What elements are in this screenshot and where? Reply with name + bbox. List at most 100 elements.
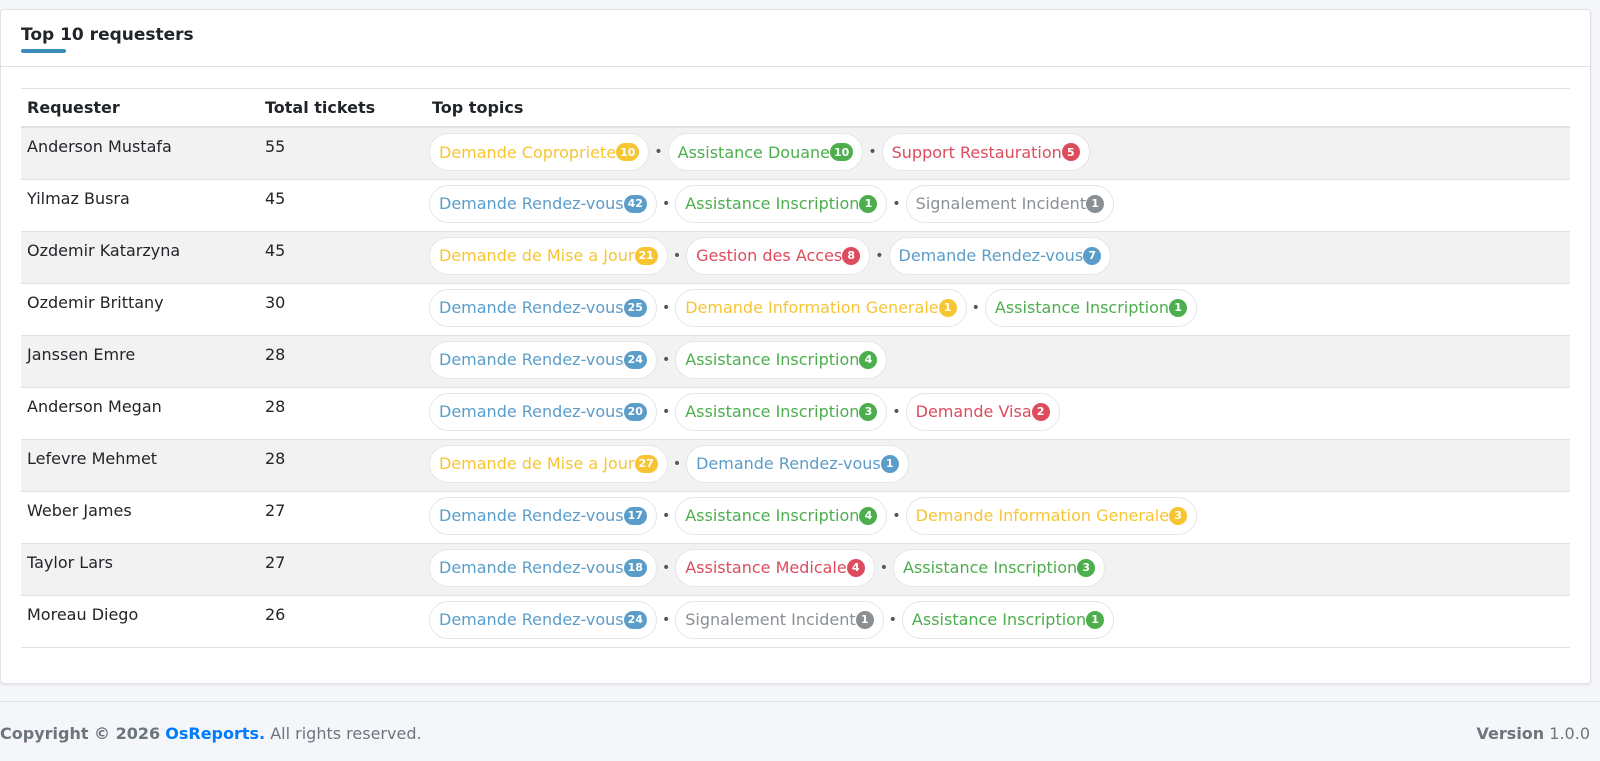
topic-separator: • [672,455,682,472]
footer-version: Version 1.0.0 [1477,724,1590,743]
brand-link[interactable]: OsReports. [165,724,265,743]
page-footer: Copyright © 2026 OsReports. All rights r… [0,701,1600,761]
topic-count-badge: 42 [623,194,647,213]
topic-label: Assistance Medicale [685,558,847,577]
topic-pill[interactable]: Demande Rendez-vous 1 [686,444,909,483]
top-topics-cell: Demande Copropriete 10 • Assistance Douane 1… [426,127,1570,180]
card-title: Top 10 requesters [21,25,194,45]
topic-pill[interactable]: Demande Information Generale 3 [905,496,1198,535]
topic-count-badge: 10 [830,143,854,161]
total-tickets: 28 [259,439,426,492]
total-tickets: 26 [259,595,426,648]
topic-pill[interactable]: Assistance Inscription 1 [901,600,1115,639]
topic-label: Assistance Inscription [902,558,1078,577]
topic-label: Demande Information Generale [685,298,939,317]
requester-name: Ozdemir Katarzyna [21,231,259,284]
column-header-top-topics[interactable]: Top topics [426,89,1570,128]
topic-label: Demande Copropriete [439,142,617,162]
table-row[interactable]: Ozdemir Katarzyna 45 Demande de Mise a Jou… [21,231,1570,284]
topic-pill[interactable]: Demande Rendez-vous 18 [429,548,657,587]
topic-label: Demande de Mise a Jour [439,246,635,265]
topic-count-badge: 1 [855,610,874,629]
topic-count-badge: 3 [1077,558,1096,577]
topic-label: Demande Rendez-vous [439,298,624,317]
table-row[interactable]: Janssen Emre 28 Demande Rendez-vous 24 • Assi… [21,335,1570,388]
table-row[interactable]: Weber James 27 Demande Rendez-vous 17 • Assis… [21,491,1570,544]
topic-pill[interactable]: Demande Rendez-vous 7 [888,236,1112,275]
topic-label: Assistance Inscription [685,194,860,213]
top-topics-cell: Demande Rendez-vous 24 • Assistance Inscrip… [426,335,1570,388]
topic-label: Assistance Inscription [685,506,860,525]
table-row[interactable]: Taylor Lars 27 Demande Rendez-vous 18 • Assis… [21,543,1570,596]
table-row[interactable]: Ozdemir Brittany 30 Demande Rendez-vous 25 •… [21,283,1570,336]
topic-separator: • [971,299,980,316]
topic-pill[interactable]: Assistance Inscription 3 [675,392,888,431]
topic-pill[interactable]: Assistance Inscription 4 [675,496,888,535]
topic-label: Demande Rendez-vous [439,558,624,577]
topic-pill[interactable]: Assistance Medicale 4 [675,548,875,587]
topic-list: Demande Rendez-vous 24 • Signalement Incide… [429,600,1564,639]
topic-pill[interactable]: Support Restauration 5 [881,133,1090,171]
topic-pill[interactable]: Demande Rendez-vous 20 [429,392,657,431]
topic-pill[interactable]: Demande de Mise a Jour 21 [429,236,668,275]
topic-separator: • [892,403,901,420]
topic-label: Assistance Inscription [994,298,1170,317]
topic-label: Demande de Mise a Jour [439,454,635,473]
topic-count-badge: 8 [842,246,861,265]
topic-pill[interactable]: Demande Copropriete 10 [429,133,650,171]
topic-separator: • [661,507,671,524]
topic-list: Demande Rendez-vous 17 • Assistance Inscrip… [429,496,1564,535]
topic-pill[interactable]: Demande Information Generale 1 [675,288,967,327]
topic-count-badge: 1 [1086,610,1105,629]
topic-separator: • [661,611,671,628]
top-topics-cell: Demande Rendez-vous 20 • Assistance Inscrip… [426,387,1570,440]
topic-pill[interactable]: Assistance Inscription 4 [675,340,888,379]
topic-count-badge: 1 [938,298,957,317]
topic-pill[interactable]: Assistance Inscription 1 [675,184,888,223]
topic-list: Demande Copropriete 10 • Assistance Douane 1… [429,133,1564,171]
topic-count-badge: 25 [623,298,647,317]
topic-pill[interactable]: Assistance Inscription 1 [984,288,1198,327]
topic-pill[interactable]: Assistance Inscription 3 [892,548,1106,587]
total-tickets: 28 [259,335,426,388]
table-row[interactable]: Anderson Megan 28 Demande Rendez-vous 20 • As… [21,387,1570,440]
card-header: Top 10 requesters [1,10,1590,67]
column-header-total-tickets[interactable]: Total tickets [259,89,426,128]
top-topics-cell: Demande Rendez-vous 24 • Signalement Incide… [426,595,1570,648]
topic-list: Demande de Mise a Jour 21 • Gestion des Acc… [429,236,1564,275]
topic-pill[interactable]: Demande Rendez-vous 42 [429,184,657,223]
topic-label: Support Restauration [891,142,1062,162]
table-row[interactable]: Lefevre Mehmet 28 Demande de Mise a Jour 27… [21,439,1570,492]
topic-pill[interactable]: Demande Rendez-vous 17 [429,496,657,535]
table-row[interactable]: Moreau Diego 26 Demande Rendez-vous 24 • Sign… [21,595,1570,648]
topic-count-badge: 1 [1169,298,1188,317]
topic-pill[interactable]: Demande Rendez-vous 25 [429,288,657,327]
topic-count-badge: 1 [880,454,899,473]
topic-count-badge: 1 [1086,194,1105,213]
topic-count-badge: 10 [616,143,640,161]
topic-pill[interactable]: Signalement Incident 1 [905,184,1115,223]
topic-list: Demande Rendez-vous 18 • Assistance Medical… [429,548,1564,587]
topic-pill[interactable]: Demande Visa 2 [905,392,1060,431]
topic-pill[interactable]: Demande de Mise a Jour 27 [429,444,668,483]
requester-name: Weber James [21,491,259,544]
topic-label: Assistance Inscription [911,610,1087,629]
topic-label: Demande Rendez-vous [439,350,624,369]
topic-separator: • [879,559,888,576]
total-tickets: 27 [259,491,426,544]
table-row[interactable]: Anderson Mustafa 55 Demande Copropriete 10 •… [21,127,1570,180]
topic-pill[interactable]: Assistance Douane 10 [667,133,864,171]
requesters-table-wrapper: Requester Total tickets Top topics Ander… [21,88,1570,648]
topic-label: Assistance Douane [677,142,831,162]
topic-pill[interactable]: Demande Rendez-vous 24 [429,600,657,639]
topic-separator: • [892,195,901,212]
topic-label: Signalement Incident [915,194,1087,213]
column-header-requester[interactable]: Requester [21,89,259,128]
requester-name: Moreau Diego [21,595,259,648]
top-requesters-card: Top 10 requesters Requester Total ticket… [0,9,1591,684]
topic-pill[interactable]: Signalement Incident 1 [675,600,884,639]
table-row[interactable]: Yilmaz Busra 45 Demande Rendez-vous 42 • Assi… [21,179,1570,232]
topic-pill[interactable]: Gestion des Acces 8 [686,236,871,275]
topic-pill[interactable]: Demande Rendez-vous 24 [429,340,657,379]
requesters-table: Requester Total tickets Top topics Ander… [21,89,1570,648]
